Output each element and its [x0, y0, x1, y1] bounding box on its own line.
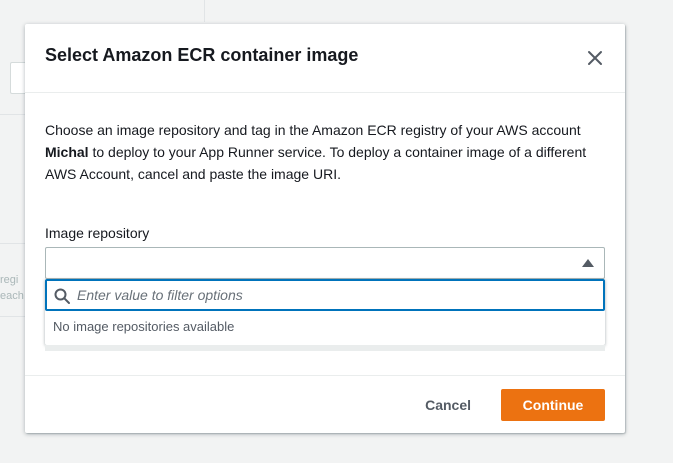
modal-footer: Cancel Continue: [25, 375, 625, 433]
cancel-button[interactable]: Cancel: [423, 389, 473, 421]
background-divider: [0, 114, 25, 115]
modal-description: Choose an image repository and tag in th…: [45, 119, 605, 185]
description-text: to deploy to your App Runner service. To…: [45, 144, 587, 182]
background-divider: [0, 243, 25, 244]
select-ecr-image-modal: Select Amazon ECR container image Choose…: [25, 24, 625, 433]
account-name: Michal: [45, 144, 89, 160]
description-text: Choose an image repository and tag in th…: [45, 122, 581, 138]
image-repository-label: Image repository: [45, 225, 150, 241]
modal-title: Select Amazon ECR container image: [45, 45, 359, 65]
search-icon: [54, 288, 70, 304]
background-divider: [0, 316, 25, 317]
filter-input[interactable]: [77, 284, 577, 306]
image-repository-select[interactable]: [45, 247, 605, 279]
background-text-fragment: regi: [0, 274, 19, 286]
modal-header: Select Amazon ECR container image: [25, 24, 625, 93]
empty-options-message: No image repositories available: [53, 319, 235, 334]
background-divider: [204, 0, 205, 22]
filter-field[interactable]: [45, 279, 605, 311]
modal-body: Choose an image repository and tag in th…: [25, 93, 625, 376]
field-underlay: [45, 345, 605, 351]
close-button[interactable]: [583, 46, 607, 70]
continue-button[interactable]: Continue: [501, 389, 605, 421]
close-icon: [588, 51, 602, 65]
image-repository-dropdown: No image repositories available: [45, 279, 605, 345]
caret-up-icon: [582, 259, 594, 267]
background-text-fragment: each: [0, 290, 24, 302]
